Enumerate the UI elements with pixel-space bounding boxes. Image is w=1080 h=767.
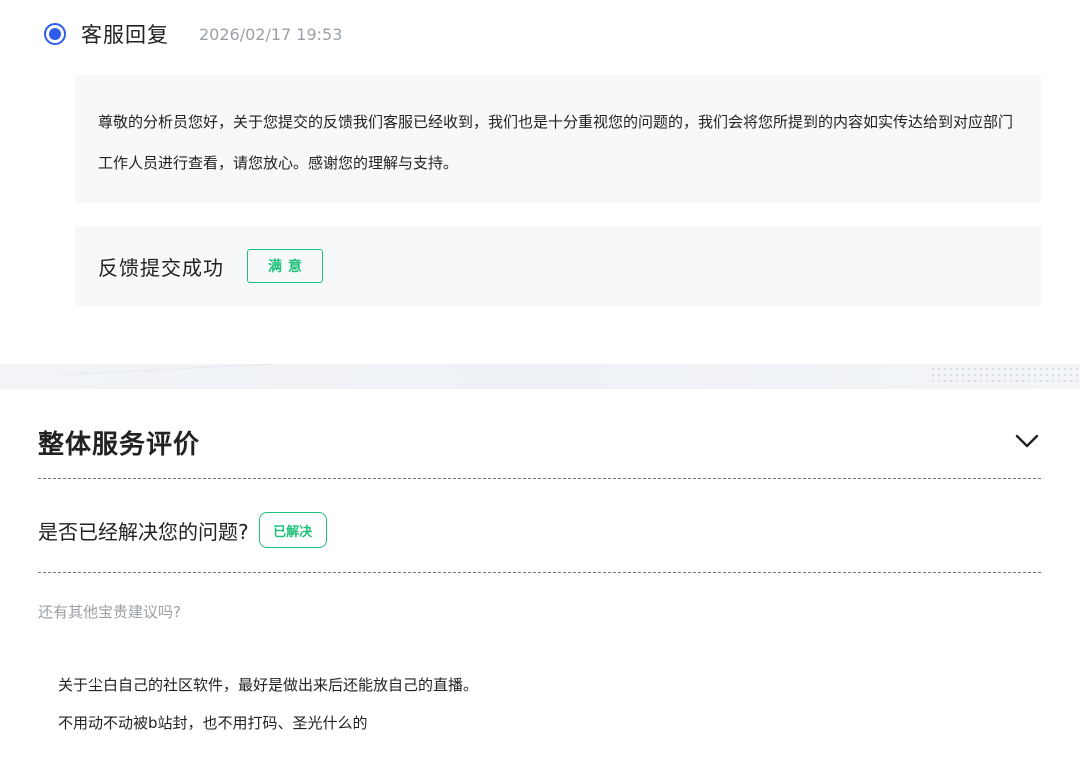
divider <box>38 572 1041 573</box>
suggestion-label: 还有其他宝贵建议吗? <box>38 603 181 621</box>
reply-header: 客服回复 2026/02/17 19:53 <box>44 18 342 50</box>
reply-timestamp: 2026/02/17 19:53 <box>199 24 343 44</box>
feedback-status-box: 反馈提交成功 满意 <box>75 226 1041 306</box>
feedback-status-text: 反馈提交成功 <box>98 255 224 280</box>
radio-selected-icon <box>44 23 66 45</box>
resolved-tag: 已解决 <box>258 512 327 548</box>
chevron-down-icon[interactable] <box>1012 426 1042 456</box>
decorative-banner <box>0 364 1080 389</box>
reply-content-text: 尊敬的分析员您好，关于您提交的反馈我们客服已经收到，我们也是十分重视您的问题的，… <box>98 113 1014 172</box>
suggestion-line: 关于尘白自己的社区软件，最好是做出来后还能放自己的直播。 <box>58 676 479 694</box>
divider <box>38 478 1041 479</box>
reply-content-box: 尊敬的分析员您好，关于您提交的反馈我们客服已经收到，我们也是十分重视您的问题的，… <box>75 75 1041 203</box>
evaluation-title: 整体服务评价 <box>38 430 201 460</box>
satisfied-tag: 满意 <box>247 249 323 283</box>
resolution-question-row: 是否已经解决您的问题? 已解决 <box>38 511 327 549</box>
resolution-question: 是否已经解决您的问题? <box>38 519 249 544</box>
suggestion-line: 不用动不动被b站封，也不用打码、圣光什么的 <box>58 714 368 732</box>
reply-title: 客服回复 <box>81 23 169 47</box>
